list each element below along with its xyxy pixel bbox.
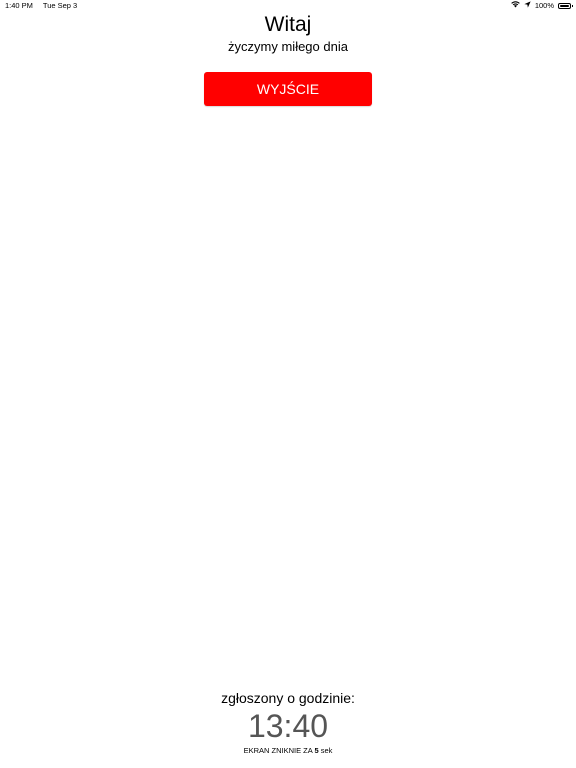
exit-button[interactable]: WYJŚCIE [204,72,372,106]
wifi-icon [511,0,520,12]
page-subtitle: życzymy miłego dnia [228,39,348,54]
status-time: 1:40 PM [5,1,33,10]
status-bar: 1:40 PM Tue Sep 3 100% [0,0,576,12]
status-left: 1:40 PM Tue Sep 3 [5,0,85,12]
status-right: 100% [511,0,573,12]
battery-percent: 100% [534,1,554,10]
reported-label: zgłoszony o godzinie: [221,690,355,706]
battery-icon [558,3,573,9]
page-title: Witaj [264,13,312,36]
countdown-value: 5 [314,746,319,755]
reported-time: 13:40 [247,708,329,744]
status-date: Tue Sep 3 [42,1,78,10]
countdown-text: EKRAN ZNIKNIE ZA 5 sek [0,745,576,757]
countdown-prefix: EKRAN ZNIKNIE ZA [243,746,313,755]
screen: 1:40 PM Tue Sep 3 100% Witaj życzymy mił… [0,0,576,768]
location-arrow-icon [524,0,531,12]
countdown-suffix: sek [320,746,333,755]
